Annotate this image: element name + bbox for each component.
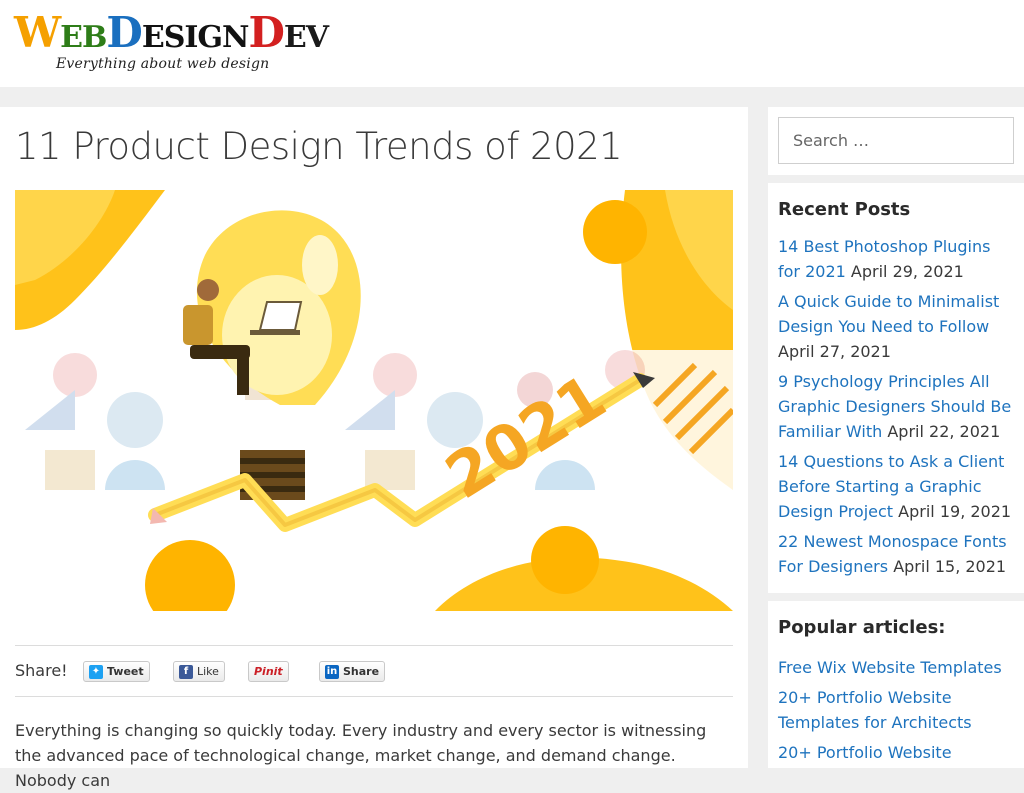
logo-wordmark: W EB D ESIGN D EV (14, 8, 329, 57)
logo-tagline: Everything about web design (56, 56, 270, 72)
popular-article-link[interactable]: 20+ Portfolio Website Templates for Arch… (778, 688, 972, 732)
post-date: April 27, 2021 (778, 342, 891, 361)
post-date: April 22, 2021 (887, 422, 1001, 441)
facebook-like-button[interactable]: f Like (173, 661, 225, 682)
recent-post-link[interactable]: A Quick Guide to Minimalist Design You N… (778, 292, 999, 336)
share-label: Share! (15, 661, 68, 680)
linkedin-share-button[interactable]: in Share (319, 661, 386, 682)
recent-posts-list: 14 Best Photoshop Plugins for 2021 April… (778, 234, 1014, 584)
search-widget (768, 107, 1024, 175)
list-item: 20+ Portfolio Website (778, 740, 1014, 765)
list-item: 9 Psychology Principles All Graphic Desi… (778, 369, 1014, 444)
tweet-label: Tweet (107, 665, 144, 678)
linkedin-in-icon: in (325, 664, 339, 679)
logo-letter-w: W (14, 8, 61, 57)
article-main: 11 Product Design Trends of 2021 2021 Sh… (0, 107, 748, 790)
pinit-label: Pinit (254, 665, 283, 678)
share-bar: Share! ✦ Tweet f Like Pinit in Share (15, 645, 733, 697)
hero-image[interactable]: 2021 (15, 190, 733, 611)
post-date: April 29, 2021 (850, 262, 964, 281)
post-body-text: Everything is changing so quickly today.… (15, 721, 707, 790)
list-item: A Quick Guide to Minimalist Design You N… (778, 289, 1014, 364)
site-logo[interactable]: W EB D ESIGN D EV Everything about web d… (14, 8, 329, 78)
recent-posts-widget: Recent Posts 14 Best Photoshop Plugins f… (768, 183, 1024, 593)
post-title: 11 Product Design Trends of 2021 (15, 125, 623, 168)
logo-letter-d: D (106, 8, 142, 57)
list-item: 14 Questions to Ask a Client Before Star… (778, 449, 1014, 524)
search-input[interactable] (778, 117, 1014, 164)
hero-illustration: 2021 (15, 190, 733, 611)
post-date: April 19, 2021 (898, 502, 1012, 521)
pinterest-pin-button[interactable]: Pinit (248, 661, 289, 682)
facebook-f-icon: f (179, 664, 193, 679)
logo-letters-eb: EB (60, 20, 107, 55)
logo-letters-esign: ESIGN (141, 20, 250, 55)
popular-articles-list: Free Wix Website Templates 20+ Portfolio… (778, 655, 1014, 770)
tweet-button[interactable]: ✦ Tweet (83, 661, 150, 682)
list-item: 22 Newest Monospace Fonts For Designers … (778, 529, 1014, 579)
list-item: Free Wix Website Templates (778, 655, 1014, 680)
popular-article-link[interactable]: Free Wix Website Templates (778, 658, 1002, 677)
like-label: Like (197, 665, 219, 678)
popular-articles-title: Popular articles: (778, 617, 946, 638)
popular-article-link[interactable]: 20+ Portfolio Website (778, 743, 952, 762)
list-item: 14 Best Photoshop Plugins for 2021 April… (778, 234, 1014, 284)
list-item: 20+ Portfolio Website Templates for Arch… (778, 685, 1014, 735)
site-header: W EB D ESIGN D EV Everything about web d… (0, 0, 1024, 87)
twitter-bird-icon: ✦ (89, 664, 103, 679)
post-date: April 15, 2021 (893, 557, 1007, 576)
logo-letters-ev: EV (283, 20, 329, 55)
logo-letter-d2: D (248, 8, 284, 57)
linkedin-share-label: Share (343, 665, 380, 678)
recent-posts-title: Recent Posts (778, 199, 911, 220)
popular-articles-widget: Popular articles: Free Wix Website Templ… (768, 601, 1024, 768)
